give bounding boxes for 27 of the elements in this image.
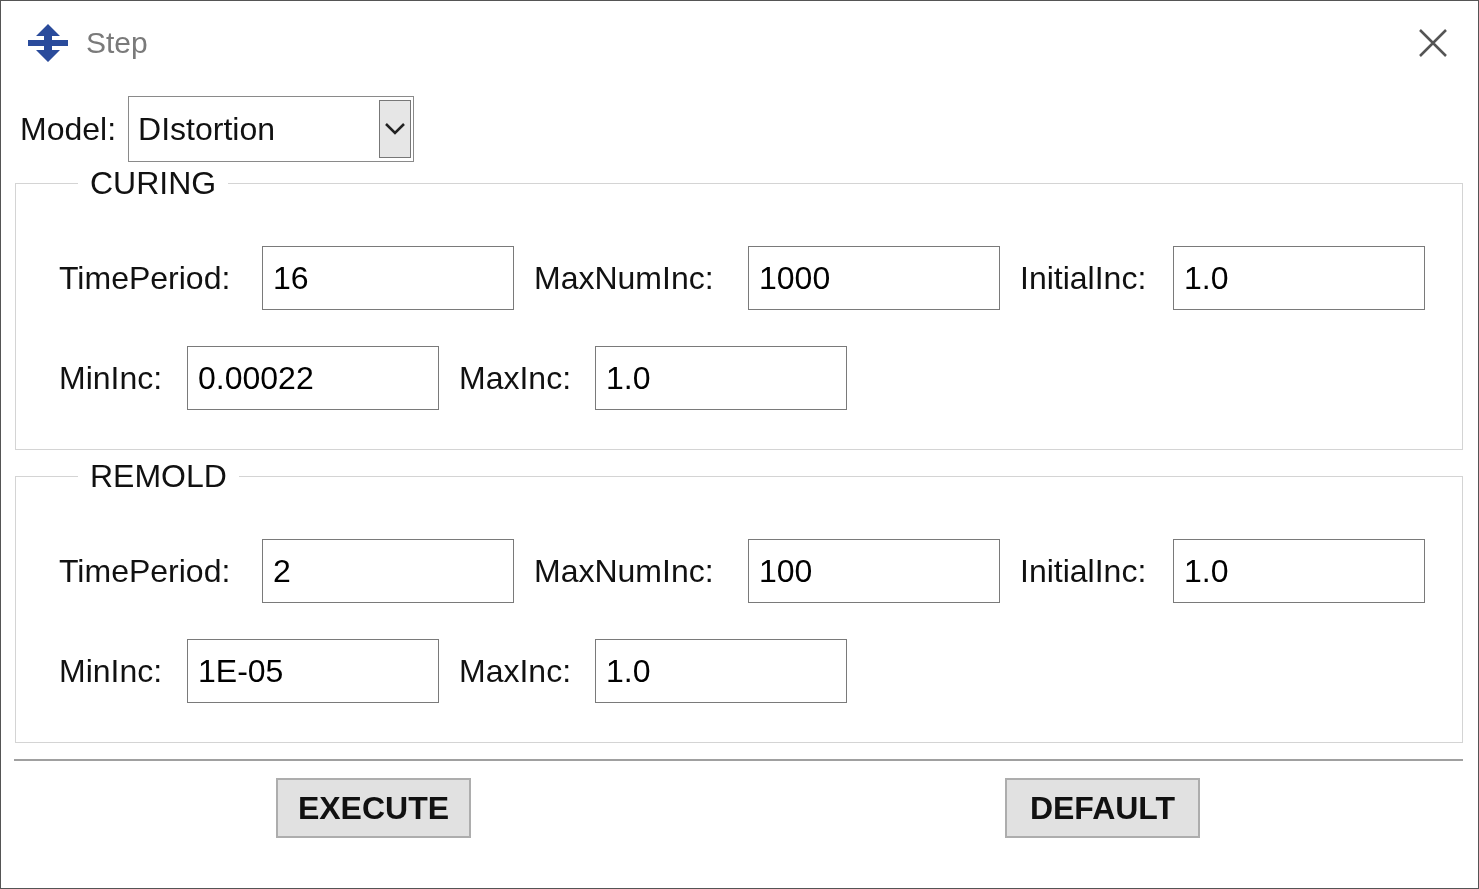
input-field[interactable]: 1.0 (1173, 246, 1425, 310)
field-label: MaxNumInc: (534, 552, 715, 590)
app-logo-icon (27, 23, 69, 63)
input-field[interactable]: 16 (262, 246, 514, 310)
action-button[interactable]: EXECUTE (276, 778, 471, 838)
close-icon[interactable] (1418, 28, 1448, 58)
input-field[interactable]: 100 (748, 539, 1000, 603)
field-label: InitialInc: (1020, 552, 1148, 590)
window-title: Step (86, 26, 149, 60)
input-field[interactable]: 0.00022 (187, 346, 439, 410)
input-field[interactable]: 1.0 (595, 346, 847, 410)
field-label: InitialInc: (1020, 259, 1148, 297)
input-field[interactable]: 1.0 (595, 639, 847, 703)
field-label: MinInc: (59, 359, 164, 397)
input-field[interactable]: 2 (262, 539, 514, 603)
field-label: TimePeriod: (59, 259, 232, 297)
input-field[interactable]: 1000 (748, 246, 1000, 310)
input-field[interactable]: 1.0 (1173, 539, 1425, 603)
field-label: TimePeriod: (59, 552, 232, 590)
model-dropdown[interactable]: DIstortion (128, 96, 415, 162)
field-label: MaxInc: (459, 359, 573, 397)
field-label: MinInc: (59, 652, 164, 690)
field-label: MaxNumInc: (534, 259, 715, 297)
field-label: MaxInc: (459, 652, 573, 690)
action-button[interactable]: DEFAULT (1005, 778, 1200, 838)
model-label: Model: (20, 110, 117, 148)
input-field[interactable]: 1E-05 (187, 639, 439, 703)
